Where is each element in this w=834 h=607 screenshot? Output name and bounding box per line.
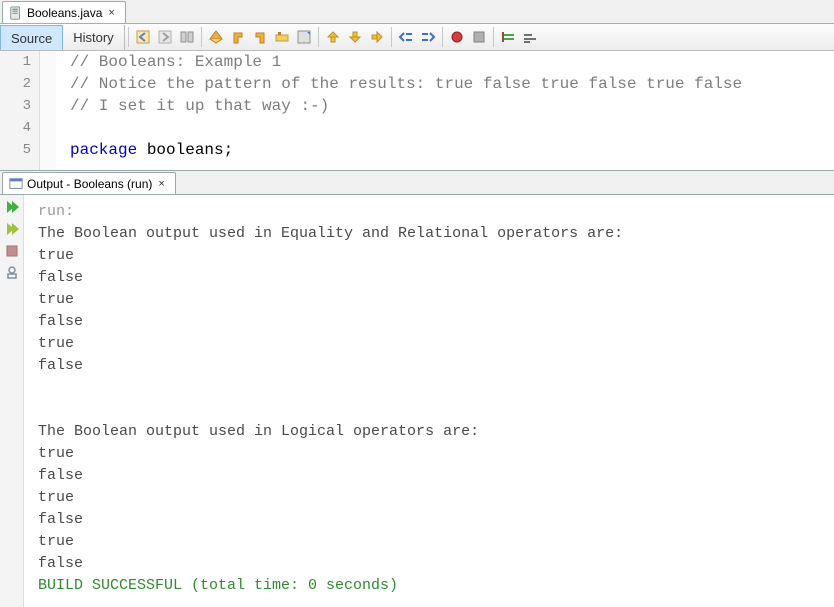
line-number: 3 — [0, 95, 31, 117]
line-number: 2 — [0, 73, 31, 95]
output-line: true — [38, 291, 74, 308]
output-run-label: run: — [38, 203, 74, 220]
line-number: 1 — [0, 51, 31, 73]
close-icon[interactable]: × — [156, 178, 166, 190]
toggle-mark-icon[interactable] — [294, 27, 314, 47]
stop-icon[interactable] — [4, 243, 20, 259]
close-icon[interactable]: × — [106, 7, 116, 19]
code-line: // I set it up that way :-) — [70, 97, 329, 115]
editor-tab-label: Booleans.java — [27, 6, 102, 20]
line-number: 4 — [0, 117, 31, 139]
output-line: false — [38, 269, 83, 286]
output-line: false — [38, 357, 83, 374]
tab-history[interactable]: History — [63, 25, 124, 50]
output-line: false — [38, 313, 83, 330]
java-file-icon — [9, 6, 23, 20]
nav-fwd-icon[interactable] — [155, 27, 175, 47]
output-tab-label: Output - Booleans (run) — [27, 177, 152, 191]
toolbar-separator — [201, 27, 202, 47]
rerun-icon[interactable] — [4, 199, 20, 215]
editor-tab-booleans[interactable]: Booleans.java × — [2, 1, 126, 23]
output-line: true — [38, 335, 74, 352]
rerun-alt-icon[interactable] — [4, 221, 20, 237]
output-text[interactable]: run: The Boolean output used in Equality… — [24, 195, 834, 607]
output-line: true — [38, 533, 74, 550]
output-line: false — [38, 467, 83, 484]
diff-icon[interactable] — [177, 27, 197, 47]
output-sidebar — [0, 195, 24, 607]
output-line: false — [38, 511, 83, 528]
shift-right-icon[interactable] — [418, 27, 438, 47]
code-editor[interactable]: 1 2 3 4 5 // Booleans: Example 1 // Noti… — [0, 51, 834, 171]
toolbar-separator — [442, 27, 443, 47]
code-keyword: package — [70, 141, 137, 159]
next-bm-icon[interactable] — [345, 27, 365, 47]
line-number: 5 — [0, 139, 31, 161]
toolbar-separator — [493, 27, 494, 47]
toolbar-separator — [128, 27, 129, 47]
shift-left-icon[interactable] — [396, 27, 416, 47]
output-line: true — [38, 247, 74, 264]
stop-macro-icon[interactable] — [469, 27, 489, 47]
toggle-hl-icon[interactable] — [272, 27, 292, 47]
output-line: true — [38, 445, 74, 462]
find-sel-icon[interactable] — [206, 27, 226, 47]
code-line: // Notice the pattern of the results: tr… — [70, 75, 742, 93]
toolbar-separator — [318, 27, 319, 47]
output-tab-bar: Output - Booleans (run) × — [0, 171, 834, 195]
toolbar-separator — [391, 27, 392, 47]
nav-back-icon[interactable] — [133, 27, 153, 47]
record-macro-icon[interactable] — [447, 27, 467, 47]
find-prev-icon[interactable] — [228, 27, 248, 47]
output-window-icon — [9, 177, 23, 191]
tab-source[interactable]: Source — [0, 25, 63, 50]
settings-icon[interactable] — [4, 265, 20, 281]
line-gutter: 1 2 3 4 5 — [0, 51, 40, 170]
glyph-margin — [40, 51, 56, 170]
find-next-icon[interactable] — [250, 27, 270, 47]
output-panel: Output - Booleans (run) × run: The Boole… — [0, 171, 834, 607]
comment-icon[interactable] — [498, 27, 518, 47]
output-line: The Boolean output used in Logical opera… — [38, 423, 479, 440]
code-text: booleans; — [137, 141, 233, 159]
code-content[interactable]: // Booleans: Example 1 // Notice the pat… — [56, 51, 834, 170]
output-line: true — [38, 489, 74, 506]
prev-bm-icon[interactable] — [323, 27, 343, 47]
editor-tab-bar: Booleans.java × — [0, 0, 834, 24]
code-line: // Booleans: Example 1 — [70, 53, 281, 71]
output-build-msg: BUILD SUCCESSFUL (total time: 0 seconds) — [38, 577, 398, 594]
toggle-bm-icon[interactable] — [367, 27, 387, 47]
output-tab[interactable]: Output - Booleans (run) × — [2, 172, 176, 194]
uncomment-icon[interactable] — [520, 27, 540, 47]
output-line: The Boolean output used in Equality and … — [38, 225, 623, 242]
output-line: false — [38, 555, 83, 572]
source-toolbar: Source History — [0, 24, 834, 51]
